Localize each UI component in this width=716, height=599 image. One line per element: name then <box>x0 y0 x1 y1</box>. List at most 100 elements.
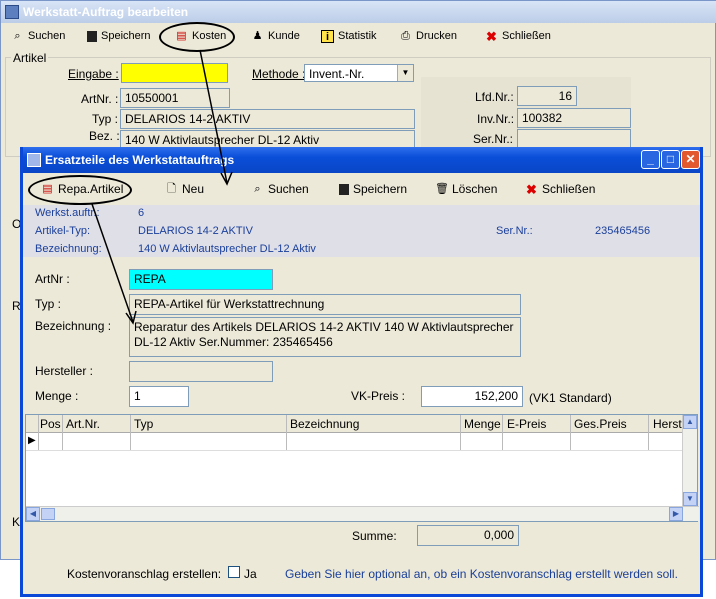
col-artnr[interactable]: Art.Nr. <box>66 417 100 431</box>
ersatzteile-window: Ersatzteile des Werkstattauftrags _ □ ✕ … <box>20 147 703 597</box>
schliessen-label: Schließen <box>542 182 596 196</box>
col-typ[interactable]: Typ <box>134 417 153 431</box>
lfdnr-label: Lfd.Nr.: <box>475 90 514 104</box>
kostenvoranschlag-hint: Geben Sie hier optional an, ob ein Koste… <box>285 567 678 581</box>
speichern-button[interactable]: Speichern <box>333 180 413 198</box>
sernr-field[interactable] <box>517 129 631 149</box>
close-window-button[interactable]: ✕ <box>681 150 700 169</box>
eingabe-label: Eingabe : <box>68 67 119 81</box>
scroll-left-icon[interactable]: ◀ <box>26 507 40 521</box>
info-icon: i <box>321 29 334 43</box>
close-x-icon: ✖ <box>486 28 497 44</box>
ersatzteile-title-text: Ersatzteile des Werkstattauftrags <box>45 153 235 167</box>
magnifier-icon: ⌕ <box>254 182 261 195</box>
background-title-text: Werkstatt-Auftrag bearbeiten <box>23 5 189 19</box>
suchen-label: Suchen <box>268 182 309 196</box>
summe-label: Summe: <box>352 529 397 543</box>
neu-button[interactable]: 🗋 Neu <box>159 180 210 198</box>
hersteller-label: Hersteller : <box>35 364 94 378</box>
col-ges-preis[interactable]: Ges.Preis <box>574 417 627 431</box>
typ-field[interactable]: REPA-Artikel für Werkstattrechnung <box>129 294 521 315</box>
annotation-oval-kosten <box>159 22 235 52</box>
schliessen-button[interactable]: ✖ Schließen <box>479 28 557 45</box>
auftrag-info-panel: Werkst.auftr.: 6 Artikel-Typ: DELARIOS 1… <box>23 205 700 257</box>
annotation-oval-repa-artikel <box>28 175 132 205</box>
typ-field[interactable]: DELARIOS 14-2 AKTIV <box>120 109 415 129</box>
speichern-label: Speichern <box>101 30 151 42</box>
werkst-value: 6 <box>138 207 145 219</box>
kostenvoranschlag-checkbox-label[interactable]: Ja <box>244 567 257 581</box>
vk-note: (VK1 Standard) <box>529 391 612 405</box>
hersteller-field[interactable] <box>129 361 273 382</box>
floppy-disk-icon <box>87 30 97 42</box>
suchen-button[interactable]: ⌕ Suchen <box>245 180 315 198</box>
row-pointer-icon: ▶ <box>28 435 36 446</box>
col-e-preis[interactable]: E-Preis <box>507 417 546 431</box>
col-bezeichnung[interactable]: Bezeichnung <box>290 417 359 431</box>
kostenvoranschlag-checkbox[interactable] <box>228 566 240 578</box>
artikel-group-label: Artikel <box>11 51 49 65</box>
scroll-down-icon[interactable]: ▼ <box>683 492 697 506</box>
maximize-button[interactable]: □ <box>661 150 680 169</box>
table-row[interactable]: ▶ <box>26 433 686 451</box>
statistik-label: Statistik <box>338 30 377 42</box>
vk-preis-label: VK-Preis : <box>351 389 406 403</box>
eingabe-input[interactable] <box>121 63 228 83</box>
menge-input[interactable]: 1 <box>129 386 189 407</box>
scroll-up-icon[interactable]: ▲ <box>683 415 697 429</box>
artikel-typ-value: DELARIOS 14-2 AKTIV <box>138 225 253 237</box>
sernr-label: Ser.Nr.: <box>496 225 533 237</box>
schliessen-button[interactable]: ✖ Schließen <box>519 180 601 198</box>
drucken-button[interactable]: ⎙ Drucken <box>393 28 463 45</box>
speichern-label: Speichern <box>353 182 408 196</box>
suchen-button[interactable]: ⌕ Suchen <box>5 28 71 45</box>
kunde-label: Kunde <box>268 30 300 42</box>
lfdnr-field[interactable]: 16 <box>517 86 577 106</box>
col-menge[interactable]: Menge <box>464 417 501 431</box>
minimize-button[interactable]: _ <box>641 150 660 169</box>
vk-preis-input[interactable]: 152,200 <box>421 386 523 407</box>
artnr-field[interactable]: 10550001 <box>120 88 230 108</box>
schliessen-label: Schließen <box>502 30 551 42</box>
trash-icon: 🗑 <box>435 182 449 195</box>
methode-value: Invent.-Nr. <box>309 67 365 81</box>
menge-label: Menge : <box>35 389 79 403</box>
kostenvoranschlag-label: Kostenvoranschlag erstellen: <box>67 567 222 581</box>
bezeichnung-value: 140 W Aktivlautsprecher DL-12 Aktiv <box>138 243 316 255</box>
bezeichnung-label: Bezeichnung: <box>35 243 102 255</box>
artnr-label: ArtNr : <box>35 272 70 286</box>
new-document-icon: 🗋 <box>167 182 176 195</box>
person-icon: ♟ <box>252 29 263 42</box>
horizontal-scrollbar[interactable]: ◀ ▶ <box>26 506 699 521</box>
neu-label: Neu <box>182 182 205 196</box>
ersatzteile-table[interactable]: Pos Art.Nr. Typ Bezeichnung Menge E-Prei… <box>25 414 699 522</box>
background-window-title: Werkstatt-Auftrag bearbeiten <box>1 1 716 23</box>
printer-icon: ⎙ <box>401 29 410 42</box>
col-pos[interactable]: Pos <box>40 417 61 431</box>
floppy-disk-icon <box>339 183 349 195</box>
speichern-button[interactable]: Speichern <box>81 28 157 44</box>
background-toolbar: ⌕ Suchen Speichern ▤ Kosten ♟ Kunde i Statis… <box>1 25 716 47</box>
typ-label: Typ : <box>92 112 119 126</box>
artnr-label: ArtNr. : <box>81 92 119 106</box>
vertical-scrollbar[interactable]: ▲ ▼ <box>682 415 697 507</box>
close-x-icon: ✖ <box>526 181 537 197</box>
statistik-button[interactable]: i Statistik <box>315 28 383 45</box>
methode-select[interactable]: Invent.-Nr. ▼ <box>304 64 414 82</box>
methode-label: Methode : <box>252 67 306 81</box>
invnr-field[interactable]: 100382 <box>517 108 631 128</box>
chevron-down-icon[interactable]: ▼ <box>397 65 413 81</box>
loeschen-button[interactable]: 🗑 Löschen <box>429 180 503 198</box>
artnr-input[interactable]: REPA <box>129 269 273 290</box>
app-icon <box>5 5 19 19</box>
typ-label: Typ : <box>35 297 62 311</box>
suchen-label: Suchen <box>28 30 66 42</box>
werkst-label: Werkst.auftr.: <box>35 207 100 219</box>
magnifier-icon: ⌕ <box>14 29 21 42</box>
sernr-value: 235465456 <box>595 225 651 237</box>
bezeichnung-field[interactable]: Reparatur des Artikels DELARIOS 14-2 AKT… <box>129 317 521 357</box>
horizontal-scroll-thumb[interactable] <box>41 508 55 520</box>
scroll-right-icon[interactable]: ▶ <box>669 507 683 521</box>
app-icon <box>27 153 41 167</box>
kunde-button[interactable]: ♟ Kunde <box>245 28 306 45</box>
